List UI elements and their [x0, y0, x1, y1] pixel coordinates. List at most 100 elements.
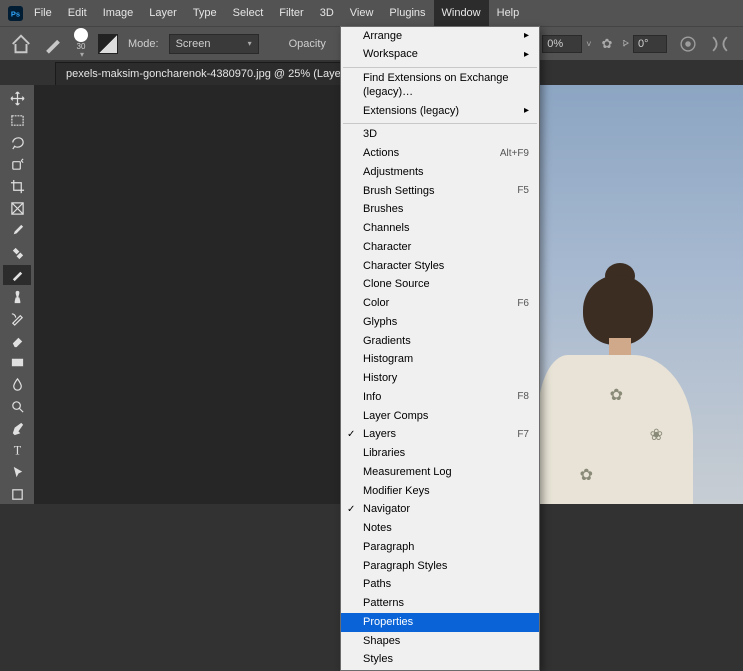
crop-tool[interactable] [3, 177, 31, 197]
lasso-tool[interactable] [3, 133, 31, 153]
menu-item-character[interactable]: Character [341, 238, 539, 257]
frame-tool[interactable] [3, 199, 31, 219]
menu-item-label: Character Styles [363, 260, 444, 274]
eraser-tool[interactable] [3, 330, 31, 350]
menu-select[interactable]: Select [225, 0, 272, 26]
svg-text:Ps: Ps [10, 9, 19, 18]
menu-item-styles[interactable]: Styles [341, 651, 539, 670]
symmetry-icon[interactable] [709, 33, 731, 55]
menu-layer[interactable]: Layer [141, 0, 185, 26]
opacity-label: Opacity [289, 38, 326, 50]
menu-item-label: Color [363, 297, 389, 311]
menu-item-3d[interactable]: 3D [341, 126, 539, 145]
tools-panel: T [0, 85, 34, 504]
menu-item-libraries[interactable]: Libraries [341, 445, 539, 464]
type-tool[interactable]: T [3, 440, 31, 460]
dodge-tool[interactable] [3, 396, 31, 416]
rect-marquee-tool[interactable] [3, 111, 31, 131]
menu-item-glyphs[interactable]: Glyphs [341, 313, 539, 332]
menu-item-character-styles[interactable]: Character Styles [341, 257, 539, 276]
menu-plugins[interactable]: Plugins [381, 0, 433, 26]
move-tool[interactable] [3, 89, 31, 109]
menu-3d[interactable]: 3D [312, 0, 342, 26]
menu-edit[interactable]: Edit [60, 0, 95, 26]
menu-item-brushes[interactable]: Brushes [341, 201, 539, 220]
menu-item-modifier-keys[interactable]: Modifier Keys [341, 482, 539, 501]
blur-tool[interactable] [3, 374, 31, 394]
brush-panel-toggle-icon[interactable] [98, 34, 118, 54]
menu-item-label: Extensions (legacy) [363, 105, 459, 119]
menu-help[interactable]: Help [489, 0, 528, 26]
menu-item-shapes[interactable]: Shapes [341, 632, 539, 651]
pressure-size-icon[interactable] [677, 33, 699, 55]
menu-item-clone-source[interactable]: Clone Source [341, 276, 539, 295]
menu-item-gradients[interactable]: Gradients [341, 332, 539, 351]
menu-item-shortcut: Alt+F9 [500, 148, 529, 161]
app-icon: Ps [4, 0, 26, 26]
menu-item-patterns[interactable]: Patterns [341, 595, 539, 614]
menu-item-label: Workspace [363, 48, 418, 62]
svg-text:T: T [13, 443, 21, 457]
menu-item-label: Arrange [363, 30, 402, 44]
menu-item-paragraph-styles[interactable]: Paragraph Styles [341, 557, 539, 576]
menu-type[interactable]: Type [185, 0, 225, 26]
menu-item-paths[interactable]: Paths [341, 576, 539, 595]
menu-item-label: Actions [363, 147, 399, 161]
rectangle-shape-tool[interactable] [3, 484, 31, 504]
menu-item-label: Layers [363, 428, 396, 442]
menu-item-color[interactable]: ColorF6 [341, 295, 539, 314]
brush-angle-control[interactable]: ⦠ 0° [622, 35, 667, 53]
menu-item-label: Info [363, 391, 381, 405]
menu-item-actions[interactable]: Actions Alt+F9 [341, 145, 539, 164]
menu-item-label: Gradients [363, 335, 411, 349]
menu-item-brush-settings[interactable]: Brush SettingsF5 [341, 182, 539, 201]
menu-item-info[interactable]: InfoF8 [341, 388, 539, 407]
menu-item-layers[interactable]: LayersF7 [341, 426, 539, 445]
menu-filter[interactable]: Filter [271, 0, 311, 26]
menu-item-notes[interactable]: Notes [341, 520, 539, 539]
pen-tool[interactable] [3, 418, 31, 438]
gradient-tool[interactable] [3, 352, 31, 372]
menu-item-measurement-log[interactable]: Measurement Log [341, 463, 539, 482]
menu-item-channels[interactable]: Channels [341, 220, 539, 239]
menu-item-paragraph[interactable]: Paragraph [341, 538, 539, 557]
menu-view[interactable]: View [342, 0, 382, 26]
menu-item-label: Character [363, 241, 411, 255]
menu-item-label: Brush Settings [363, 185, 435, 199]
history-brush-tool[interactable] [3, 309, 31, 329]
window-menu-dropdown[interactable]: Arrange Workspace Find Extensions on Excha… [340, 26, 540, 671]
menu-item-arrange[interactable]: Arrange [341, 27, 539, 46]
angle-value[interactable]: 0° [633, 35, 667, 53]
eyedropper-tool[interactable] [3, 221, 31, 241]
object-select-tool[interactable] [3, 155, 31, 175]
menu-item-properties[interactable]: Properties [341, 613, 539, 632]
clone-stamp-tool[interactable] [3, 287, 31, 307]
menu-item-layer-comps[interactable]: Layer Comps [341, 407, 539, 426]
menu-item-history[interactable]: History [341, 370, 539, 389]
healing-brush-tool[interactable] [3, 243, 31, 263]
menu-item-adjustments[interactable]: Adjustments [341, 163, 539, 182]
menu-item-label: Shapes [363, 635, 400, 649]
menu-item-label: Navigator [363, 503, 410, 517]
menu-item-extensions-legacy[interactable]: Extensions (legacy) [341, 102, 539, 121]
menu-file[interactable]: File [26, 0, 60, 26]
smoothing-options-icon[interactable] [601, 36, 612, 52]
menu-image[interactable]: Image [95, 0, 142, 26]
menu-item-label: Patterns [363, 597, 404, 611]
home-icon[interactable] [10, 33, 32, 55]
menu-item-workspace[interactable]: Workspace [341, 46, 539, 65]
brush-tool[interactable] [3, 265, 31, 285]
brush-preset-picker[interactable]: 30 [74, 28, 88, 59]
menu-separator [343, 123, 537, 124]
menu-item-label: Libraries [363, 447, 405, 461]
menu-item-label: Adjustments [363, 166, 424, 180]
menu-item-histogram[interactable]: Histogram [341, 351, 539, 370]
blend-mode-dropdown[interactable]: Screen [169, 34, 259, 54]
menu-item-label: Properties [363, 616, 413, 630]
menu-item-find-extensions-on-exchange-legacy[interactable]: Find Extensions on Exchange (legacy)… [341, 70, 539, 103]
menu-item-label: Clone Source [363, 278, 430, 292]
path-select-tool[interactable] [3, 462, 31, 482]
smoothing-value[interactable]: 0% [542, 35, 582, 53]
menu-item-label: Paragraph [363, 541, 414, 555]
menu-window[interactable]: Window [434, 0, 489, 26]
